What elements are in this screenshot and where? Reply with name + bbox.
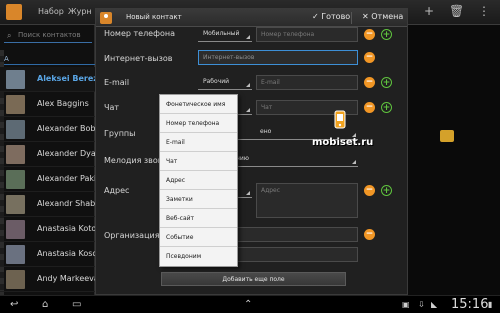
avatar [6, 145, 25, 164]
contact-list-item[interactable]: Andy Markeeva [0, 267, 99, 292]
add-phone-button[interactable]: + [381, 29, 392, 40]
dialog-title: Новый контакт [126, 13, 182, 21]
search-input[interactable]: ⌕ Поиск контактов [4, 29, 92, 43]
menu-item-phonetic-name[interactable]: Фонетическое имя [160, 95, 237, 114]
contact-name: Aleksei Bereza [37, 74, 104, 83]
remove-email-button[interactable]: − [364, 77, 375, 88]
contact-detail-background [410, 25, 500, 295]
contact-list-item[interactable]: Anastasia Kosova [0, 242, 107, 267]
menu-item-nickname[interactable]: Псевдоним [160, 247, 237, 266]
wifi-icon: ◣ [431, 300, 438, 309]
remove-internet-call-button[interactable]: − [364, 52, 375, 63]
download-icon: ⇩ [418, 300, 425, 309]
avatar [6, 245, 25, 264]
avatar [6, 270, 25, 289]
menu-item-email[interactable]: E-mail [160, 133, 237, 152]
recent-apps-icon[interactable]: ▭ [72, 299, 81, 310]
contact-list-item[interactable]: Alexander Dyakov [0, 142, 110, 167]
contact-name: Alex Baggins [37, 99, 89, 108]
contact-card-icon [100, 12, 112, 24]
add-field-popup-menu: Фонетическое имя Номер телефона E-mail Ч… [159, 94, 238, 267]
add-address-button[interactable]: + [381, 185, 392, 196]
contacts-app-icon [6, 4, 22, 20]
internet-call-field[interactable]: Интернет-вызов [198, 50, 358, 65]
organization-field[interactable] [236, 227, 358, 242]
watermark-text: mobiset.ru [312, 137, 374, 148]
done-button[interactable]: ✓ Готово [312, 12, 350, 21]
remove-organization-button[interactable]: − [364, 229, 375, 240]
menu-item-event[interactable]: Событие [160, 228, 237, 247]
contact-list-item[interactable]: Alex Baggins [0, 92, 95, 117]
remove-phone-button[interactable]: − [364, 29, 375, 40]
avatar [6, 70, 25, 89]
briefcase-icon: ▣ [402, 300, 410, 309]
avatar [6, 170, 25, 189]
clock: 15:16 [451, 297, 489, 312]
contact-list-item[interactable]: Aleksei Bereza [0, 67, 103, 92]
remove-chat-button[interactable]: − [364, 102, 375, 113]
job-title-field[interactable] [236, 247, 358, 262]
ringtone-label: Мелодия звон [104, 156, 164, 165]
plus-icon[interactable]: + [424, 4, 434, 18]
cancel-button[interactable]: ✕ Отмена [362, 12, 403, 21]
phone-type-select[interactable]: Мобильный [198, 27, 252, 42]
search-placeholder: Поиск контактов [18, 31, 81, 39]
menu-item-chat[interactable]: Чат [160, 152, 237, 171]
contact-list-item[interactable]: Alexandr Shabanov [0, 192, 115, 217]
chat-label: Чат [104, 103, 120, 112]
section-header-letter: A [0, 55, 95, 65]
back-icon[interactable]: ↩ [10, 299, 18, 310]
phone-label: Номер телефона [104, 29, 175, 38]
chevron-up-icon[interactable]: ⌃ [244, 299, 252, 310]
trash-icon[interactable]: 🗑 [449, 4, 464, 18]
tab-dialer[interactable]: Набор [38, 7, 64, 16]
menu-icon[interactable]: ⋮ [478, 4, 490, 18]
menu-item-website[interactable]: Веб-сайт [160, 209, 237, 228]
avatar [6, 195, 25, 214]
avatar [6, 120, 25, 139]
remove-address-button[interactable]: − [364, 185, 375, 196]
email-type-select[interactable]: Рабочий [198, 75, 252, 90]
tab-call-log[interactable]: Журн [68, 7, 92, 16]
groups-label: Группы [104, 129, 136, 138]
menu-item-address[interactable]: Адрес [160, 171, 237, 190]
menu-item-phone-number[interactable]: Номер телефона [160, 114, 237, 133]
add-more-field-button[interactable]: Добавить еще поле [161, 272, 346, 286]
battery-icon: ▮ [488, 300, 493, 309]
contact-list-item[interactable]: Anastasia Kotova [0, 217, 106, 242]
phone-field[interactable]: Номер телефона [256, 27, 358, 42]
avatar [6, 220, 25, 239]
search-icon: ⌕ [7, 31, 12, 40]
contact-name: Alexander Pakin [37, 174, 102, 183]
system-navigation-bar: ↩ ⌂ ▭ ⌃ ▣ ⇩ ◣ 15:16 ▮ [0, 295, 500, 313]
phone-logo-icon [334, 110, 346, 129]
new-contact-dialog: Новый контакт ✓ Готово ✕ Отмена Номер те… [95, 8, 408, 295]
address-label: Адрес [104, 186, 130, 195]
contact-list-item[interactable]: Alexander Pakin [0, 167, 101, 192]
add-email-button[interactable]: + [381, 77, 392, 88]
email-field[interactable]: E-mail [256, 75, 358, 90]
avatar [6, 95, 25, 114]
home-icon[interactable]: ⌂ [42, 299, 48, 310]
dialog-header: Новый контакт ✓ Готово ✕ Отмена [96, 9, 407, 27]
add-chat-button[interactable]: + [381, 102, 392, 113]
organization-label: Организация [104, 231, 160, 240]
address-field[interactable]: Адрес [256, 183, 358, 218]
internet-call-label: Интернет-вызов [104, 54, 173, 63]
contact-list-item[interactable]: Alexander Bobov [0, 117, 105, 142]
header-divider [351, 12, 352, 24]
menu-item-notes[interactable]: Заметки [160, 190, 237, 209]
email-label: E-mail [104, 78, 130, 87]
contact-name: Andy Markeeva [37, 274, 99, 283]
chat-icon[interactable] [440, 130, 454, 142]
